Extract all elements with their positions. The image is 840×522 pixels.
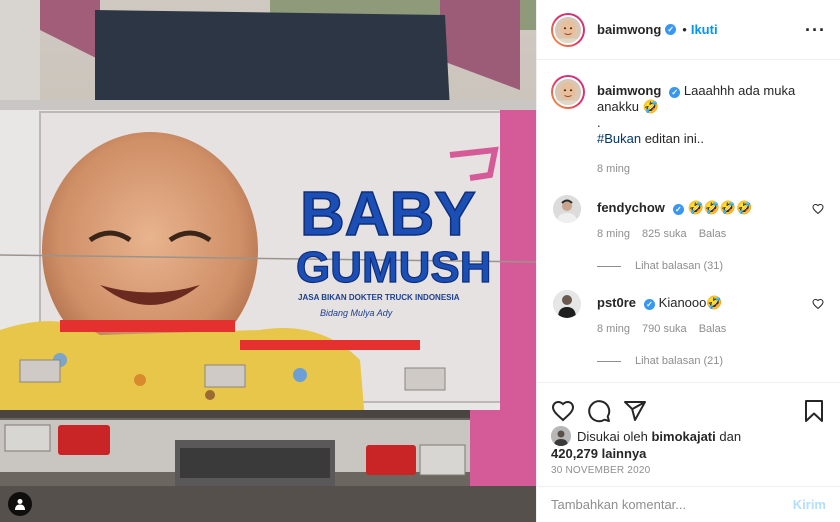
commenter-avatar[interactable]	[553, 195, 581, 223]
commenter-avatar[interactable]	[553, 290, 581, 318]
view-replies-label: Lihat balasan (21)	[635, 355, 724, 367]
sign-small-text-1: JASA BIKAN DOKTER TRUCK INDONESIA	[298, 293, 460, 302]
verified-icon: ✓	[644, 299, 656, 310]
comment-likes[interactable]: 825 suka	[642, 228, 687, 240]
post-date[interactable]: 30 NOVEMBER 2020	[551, 465, 650, 476]
author-avatar[interactable]	[551, 12, 585, 47]
post-comment-button[interactable]: Kirim	[793, 497, 826, 512]
post-caption: baimwong ✓ Laaahhh ada muka anakku 🤣 . #B…	[551, 75, 826, 177]
caption-time[interactable]: 8 ming	[597, 161, 826, 177]
replies-divider	[597, 360, 621, 362]
comment-text: 🤣🤣🤣🤣	[687, 200, 753, 215]
comment-time[interactable]: 8 ming	[597, 228, 630, 240]
likes-mid: dan	[719, 429, 742, 444]
verified-icon: ✓	[665, 24, 677, 35]
add-comment-bar: Kirim	[537, 486, 840, 522]
caption-hashtag[interactable]: #Bukan	[597, 131, 641, 146]
verified-icon: ✓	[672, 204, 684, 215]
likes-prefix: Disukai oleh	[577, 429, 648, 444]
verified-icon: ✓	[669, 87, 681, 98]
sign-gumush-text: GUMUSH	[296, 243, 492, 292]
bookmark-icon[interactable]	[802, 399, 826, 423]
person-avatar-image	[553, 195, 581, 223]
comment-text: Kianooo🤣	[658, 295, 723, 310]
heart-icon[interactable]	[551, 399, 575, 423]
comments-list[interactable]: baimwong ✓ Laaahhh ada muka anakku 🤣 . #B…	[537, 61, 840, 381]
more-icon[interactable]: ···	[805, 21, 826, 39]
likes-count[interactable]: 420,279 lainnya	[551, 446, 646, 461]
comment-heart-icon[interactable]	[812, 203, 824, 215]
sign-baby-text: BABY	[300, 180, 476, 249]
comment-item: pst0re ✓ Kianooo🤣 8 ming 790 suka Balas L…	[551, 290, 826, 367]
baby-avatar-image	[555, 16, 581, 43]
follow-button[interactable]: Ikuti	[691, 22, 718, 37]
caption-username[interactable]: baimwong	[597, 83, 661, 98]
view-replies-label: Lihat balasan (31)	[635, 260, 724, 272]
view-replies-button[interactable]: Lihat balasan (21)	[597, 355, 826, 367]
share-icon[interactable]	[623, 399, 647, 423]
user-tag-button[interactable]	[8, 492, 32, 516]
commenter-username[interactable]: fendychow	[597, 200, 665, 215]
liker-avatar[interactable]	[551, 426, 571, 446]
replies-divider	[597, 265, 621, 267]
post-photo[interactable]: BABY GUMUSH JASA BIKAN DOKTER TRUCK INDO…	[0, 0, 536, 522]
caption-author-avatar[interactable]	[551, 75, 585, 109]
post-header: baimwong ✓ • Ikuti ···	[537, 0, 840, 60]
baby-avatar-image	[555, 79, 581, 105]
reply-button[interactable]: Balas	[699, 228, 727, 240]
post-side-panel: baimwong ✓ • Ikuti ··· baimwong ✓ Laaahh…	[536, 0, 840, 522]
user-tag-icon	[15, 499, 25, 510]
comment-input[interactable]	[551, 497, 793, 512]
reply-button[interactable]: Balas	[699, 323, 727, 335]
view-replies-button[interactable]: Lihat balasan (31)	[597, 260, 826, 272]
comment-heart-icon[interactable]	[812, 298, 824, 310]
comment-time[interactable]: 8 ming	[597, 323, 630, 335]
header-separator: •	[682, 22, 687, 37]
commenter-username[interactable]: pst0re	[597, 295, 636, 310]
person-avatar-image	[553, 290, 581, 318]
comment-likes[interactable]: 790 suka	[642, 323, 687, 335]
comment-item: fendychow ✓ 🤣🤣🤣🤣 8 ming 825 suka Balas Li…	[551, 195, 826, 272]
likes-summary: Disukai oleh bimokajati dan 420,279 lain…	[551, 426, 826, 462]
person-avatar-image	[551, 426, 571, 446]
caption-line-2: .	[597, 115, 601, 130]
caption-line-3: editan ini..	[641, 131, 704, 146]
comment-icon[interactable]	[587, 399, 611, 423]
liker-username[interactable]: bimokajati	[651, 429, 715, 444]
sign-small-text-2: Bidang Mulya Ady	[320, 308, 393, 318]
author-username[interactable]: baimwong	[597, 22, 661, 37]
truck-photo-illustration: BABY GUMUSH JASA BIKAN DOKTER TRUCK INDO…	[0, 0, 536, 522]
